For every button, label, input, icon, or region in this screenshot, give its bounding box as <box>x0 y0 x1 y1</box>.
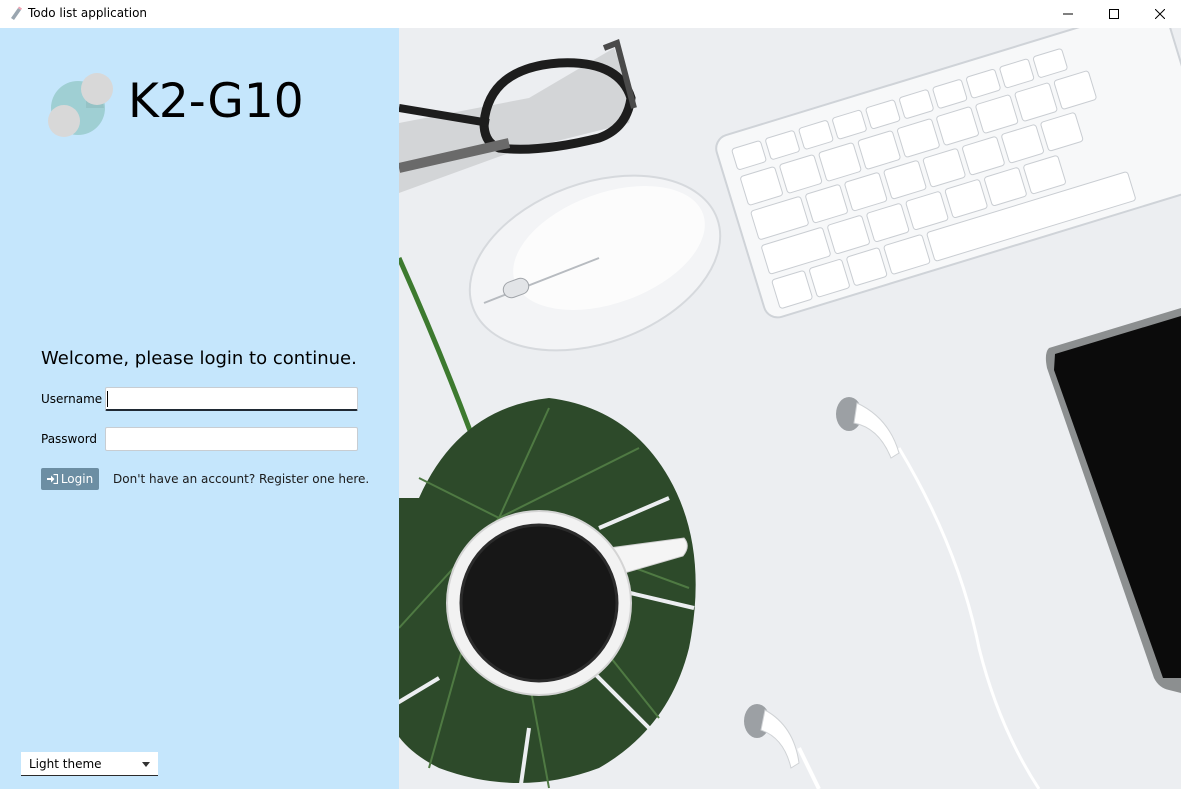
chevron-down-icon <box>142 762 150 767</box>
minimize-button[interactable] <box>1045 0 1091 28</box>
brand-name: K2-G10 <box>128 74 304 129</box>
close-button[interactable] <box>1137 0 1181 28</box>
theme-select-value: Light theme <box>29 757 102 771</box>
username-label: Username <box>41 392 103 406</box>
app-icon <box>8 5 24 21</box>
close-icon <box>1155 9 1165 19</box>
maximize-button[interactable] <box>1091 0 1137 28</box>
title-bar: Todo list application <box>0 0 1181 28</box>
maximize-icon <box>1109 9 1119 19</box>
circles-logo <box>48 73 113 137</box>
register-link[interactable]: Don't have an account? Register one here… <box>113 471 369 487</box>
minimize-icon <box>1063 13 1073 15</box>
password-input[interactable] <box>105 427 358 451</box>
text-cursor <box>107 391 108 407</box>
desk-photo <box>399 28 1181 789</box>
login-button-label: Login <box>60 472 94 486</box>
welcome-heading: Welcome, please login to continue. <box>41 348 357 369</box>
login-button[interactable]: Login <box>41 468 99 490</box>
username-input[interactable] <box>105 387 358 411</box>
theme-select[interactable]: Light theme <box>21 752 158 776</box>
window-title: Todo list application <box>28 6 148 20</box>
sign-in-icon <box>46 474 58 484</box>
password-label: Password <box>41 432 98 446</box>
login-panel: K2-G10 Welcome, please login to continue… <box>0 28 399 789</box>
